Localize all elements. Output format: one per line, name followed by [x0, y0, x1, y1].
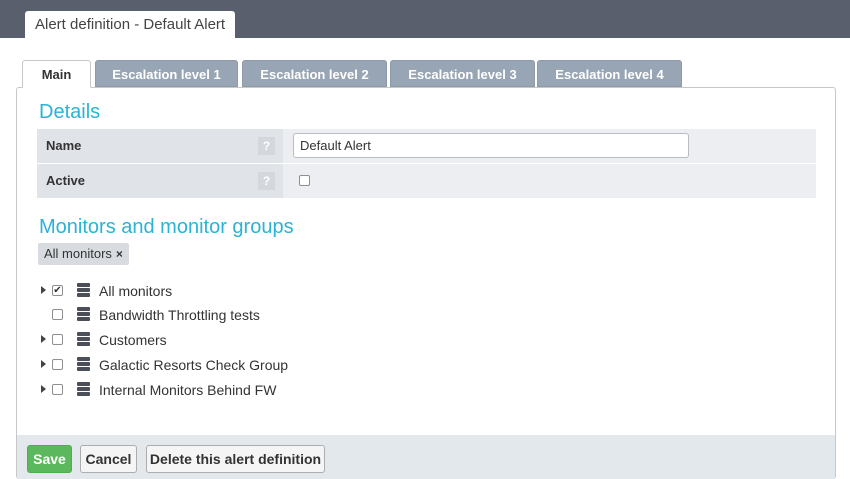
name-input[interactable]: [293, 133, 689, 158]
name-label: Name ?: [37, 129, 283, 163]
caret-right-icon[interactable]: [41, 286, 46, 294]
name-label-text: Name: [46, 138, 82, 153]
caret-right-icon[interactable]: [41, 385, 46, 393]
tree-item-checkbox[interactable]: ✔: [52, 285, 63, 296]
filter-chip: All monitors ×: [38, 243, 129, 265]
active-label: Active ?: [37, 164, 283, 198]
delete-alert-definition-button[interactable]: Delete this alert definition: [146, 445, 325, 473]
tree-item-label[interactable]: Internal Monitors Behind FW: [99, 379, 276, 401]
tab-escalation-level-1[interactable]: Escalation level 1: [95, 60, 238, 87]
name-row: Name ?: [37, 129, 816, 163]
tree-item: Internal Monitors Behind FW: [17, 379, 417, 401]
tree-item: ✔ All monitors: [17, 280, 417, 302]
tab-escalation-level-3[interactable]: Escalation level 3: [390, 60, 535, 87]
action-footer: Save Cancel Delete this alert definition: [17, 435, 835, 479]
cancel-button[interactable]: Cancel: [80, 445, 137, 473]
filter-chip-label: All monitors: [44, 246, 112, 261]
tree-item-checkbox[interactable]: [52, 359, 63, 370]
caret-right-icon[interactable]: [41, 360, 46, 368]
tab-main[interactable]: Main: [22, 60, 91, 88]
active-label-text: Active: [46, 173, 86, 188]
close-icon[interactable]: ×: [116, 247, 123, 261]
top-bar: Alert definition - Default Alert: [0, 0, 850, 38]
tree-item-label[interactable]: Customers: [99, 329, 167, 351]
tree-item-label[interactable]: All monitors: [99, 280, 172, 302]
server-stack-icon: [77, 307, 90, 322]
help-icon[interactable]: ?: [258, 137, 275, 155]
monitors-title: Monitors and monitor groups: [39, 216, 294, 238]
save-button[interactable]: Save: [27, 445, 72, 473]
tree-item-checkbox[interactable]: [52, 334, 63, 345]
tree-item: Galactic Resorts Check Group: [17, 354, 417, 376]
details-title: Details: [39, 101, 101, 123]
server-stack-icon: [77, 357, 90, 372]
active-row: Active ?: [37, 164, 816, 198]
tab-escalation-level-4[interactable]: Escalation level 4: [537, 60, 682, 87]
tab-escalation-level-2[interactable]: Escalation level 2: [242, 60, 387, 87]
server-stack-icon: [77, 283, 90, 298]
tree-item-label[interactable]: Galactic Resorts Check Group: [99, 354, 288, 376]
server-stack-icon: [77, 382, 90, 397]
main-panel: Details Name ? Active ? Monitors and mon…: [16, 87, 836, 479]
window-title: Alert definition - Default Alert: [25, 11, 236, 38]
help-icon[interactable]: ?: [258, 172, 275, 190]
caret-right-icon[interactable]: [41, 335, 46, 343]
active-checkbox[interactable]: [299, 175, 310, 186]
tree-item-label[interactable]: Bandwidth Throttling tests: [99, 304, 260, 326]
tree-item-checkbox[interactable]: [52, 309, 63, 320]
tree-item: Customers: [17, 329, 417, 351]
tree-item-checkbox[interactable]: [52, 384, 63, 395]
server-stack-icon: [77, 332, 90, 347]
tree-item: Bandwidth Throttling tests: [17, 304, 417, 326]
